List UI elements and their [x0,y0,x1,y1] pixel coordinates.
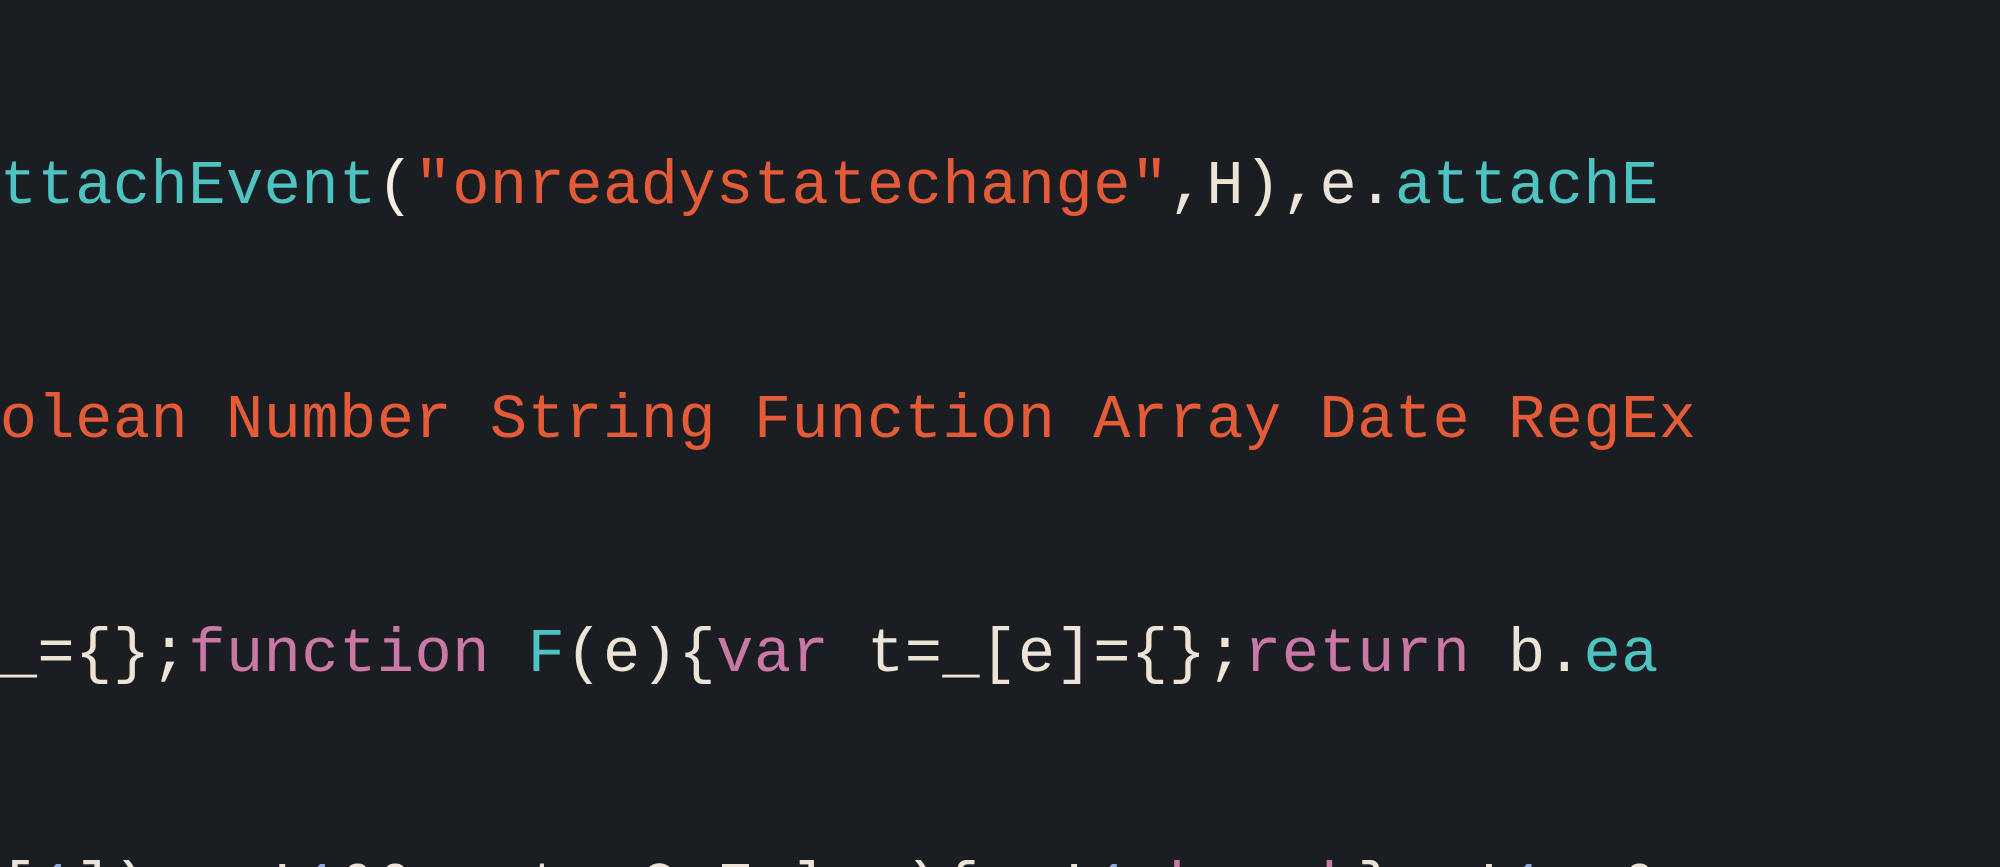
code-editor: attachEvent("onreadystatechange",H),e.at… [0,0,1962,867]
code-token: (e){ [565,619,716,690]
code-line: t[1])===!1&&e.stopOnFalse){r=!1;break}n=… [0,850,1962,867]
code-token: var [716,619,829,690]
code-token: t=_[e]={}; [829,619,1244,690]
code-token: attachE [1395,151,1659,222]
code-line: _={};function F(e){var t=_[e]={};return … [0,616,1962,694]
code-token [490,619,528,690]
code-token: ea [1583,619,1658,690]
code-token: ])===! [75,853,301,867]
code-token: b. [1470,619,1583,690]
code-token: "onreadystatechange" [415,151,1169,222]
code-token: 1 [1508,853,1546,867]
code-token: function [188,619,490,690]
code-token: 1 [1093,853,1131,867]
code-token: 1 [37,853,75,867]
code-token: ,u& [1546,853,1659,867]
code-token: ,H),e. [1169,151,1395,222]
code-token: ( [377,151,415,222]
code-token: return [1244,619,1470,690]
code-token: _={}; [0,619,188,690]
code-line: oolean Number String Function Array Date… [0,382,1962,460]
code-token: }n=! [1357,853,1508,867]
code-token: F [528,619,566,690]
code-token: 1 [301,853,339,867]
code-token: ; [1131,853,1169,867]
code-token: &&e.stopOnFalse){r=! [339,853,1093,867]
code-token: break [1169,853,1358,867]
code-line: attachEvent("onreadystatechange",H),e.at… [0,148,1962,226]
code-token: attachEvent [0,151,377,222]
code-token: oolean Number String Function Array Date… [0,385,1696,456]
code-token: t[ [0,853,37,867]
